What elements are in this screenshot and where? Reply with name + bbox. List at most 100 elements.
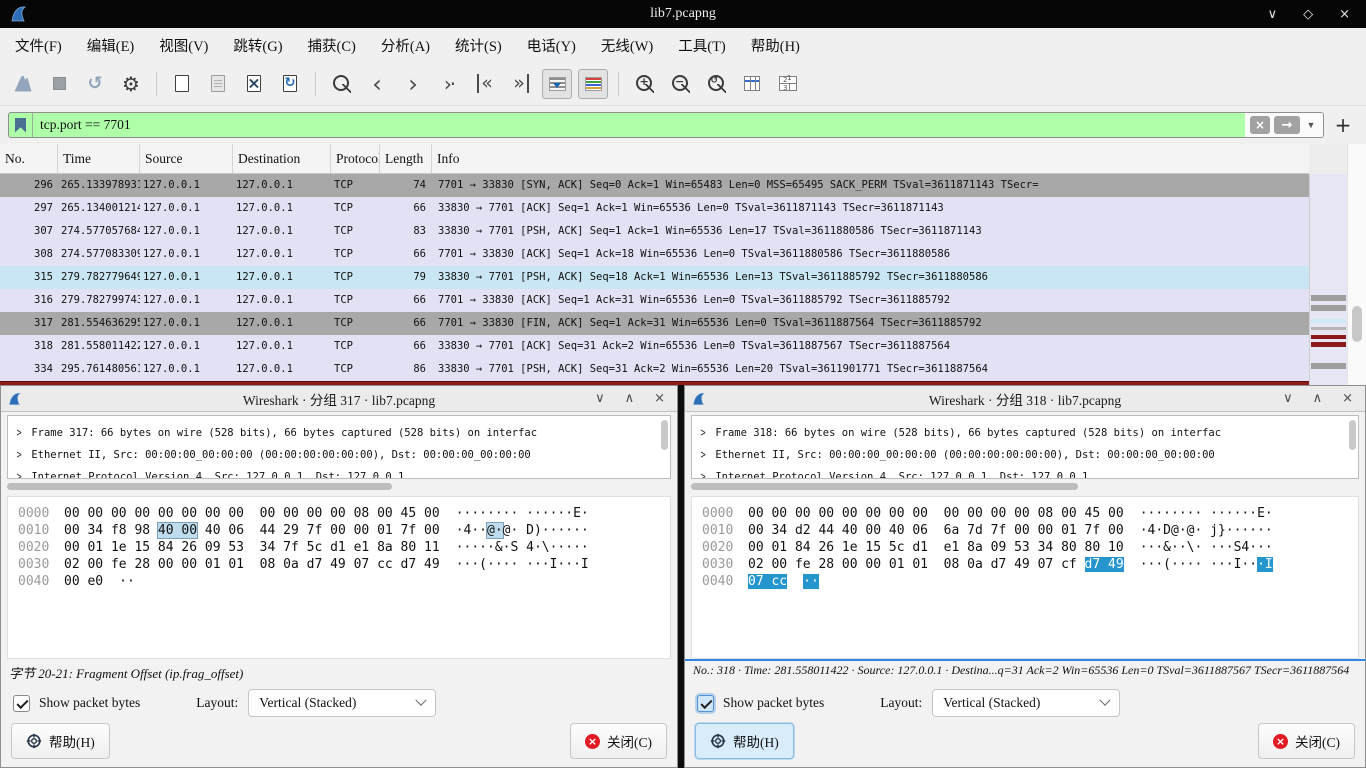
packet-row-315[interactable]: 315279.782779649127.0.0.1127.0.0.1TCP793… xyxy=(0,266,1309,289)
dialog-titlebar[interactable]: Wireshark · 分组 317 · lib7.pcapng ∨ ∧ × xyxy=(1,386,677,412)
scrollbar-handle[interactable] xyxy=(7,483,392,490)
menu-item-3[interactable]: 跳转(G) xyxy=(230,33,285,58)
scrollbar-handle[interactable] xyxy=(691,483,1078,490)
zoom-out-button[interactable] xyxy=(665,69,695,99)
layout-select[interactable]: Vertical (Stacked) xyxy=(932,689,1120,717)
menu-item-8[interactable]: 无线(W) xyxy=(598,33,656,58)
zoom-reset-button[interactable] xyxy=(701,69,731,99)
maximize-icon[interactable]: ∧ xyxy=(1313,391,1323,406)
resize-columns-button[interactable] xyxy=(737,69,767,99)
maximize-icon[interactable]: ◇ xyxy=(1303,7,1313,22)
open-file-button[interactable] xyxy=(167,69,197,99)
restart-capture-button[interactable] xyxy=(80,69,110,99)
expand-icon[interactable] xyxy=(17,444,22,466)
packet-row-334[interactable]: 334295.761480561127.0.0.1127.0.0.1TCP863… xyxy=(0,358,1309,381)
hex-row-0030[interactable]: 003002 00 fe 28 00 00 01 01 08 0a d7 49 … xyxy=(18,556,670,573)
close-icon[interactable]: × xyxy=(654,391,665,406)
column-header-source[interactable]: Source xyxy=(140,144,233,173)
go-forward-button[interactable] xyxy=(398,69,428,99)
menu-item-9[interactable]: 工具(T) xyxy=(675,33,729,58)
hex-row-0020[interactable]: 002000 01 84 26 1e 15 5c d1 e1 8a 09 53 … xyxy=(702,539,1358,556)
hex-row-0040[interactable]: 004000 e0·· xyxy=(18,573,670,590)
hex-row-0020[interactable]: 002000 01 1e 15 84 26 09 53 34 7f 5c d1 … xyxy=(18,539,670,556)
packet-row-296[interactable]: 296265.133978931127.0.0.1127.0.0.1TCP747… xyxy=(0,174,1309,197)
minimize-icon[interactable]: ∨ xyxy=(595,391,605,406)
save-file-button[interactable] xyxy=(203,69,233,99)
minimize-icon[interactable]: ∨ xyxy=(1268,7,1278,22)
menu-item-1[interactable]: 编辑(E) xyxy=(84,33,138,58)
hex-row-0000[interactable]: 000000 00 00 00 00 00 00 00 00 00 00 00 … xyxy=(702,505,1358,522)
filter-text[interactable]: tcp.port == 7701 xyxy=(33,113,1245,137)
display-filter-input[interactable]: tcp.port == 7701 × → ▼ xyxy=(8,112,1324,138)
go-to-packet-button[interactable] xyxy=(434,69,464,99)
maximize-icon[interactable]: ∧ xyxy=(625,391,635,406)
show-packet-bytes-checkbox[interactable] xyxy=(13,695,30,712)
packet-detail-tree[interactable]: Frame 318: 66 bytes on wire (528 bits), … xyxy=(691,415,1359,479)
tree-row-0[interactable]: Frame 318: 66 bytes on wire (528 bits), … xyxy=(700,422,1358,444)
hex-row-0000[interactable]: 000000 00 00 00 00 00 00 00 00 00 00 00 … xyxy=(18,505,670,522)
go-back-button[interactable] xyxy=(362,69,392,99)
hex-row-0040[interactable]: 004007 cc·· xyxy=(702,573,1358,590)
hex-row-0030[interactable]: 003002 00 fe 28 00 00 01 01 08 0a d7 49 … xyxy=(702,556,1358,573)
menu-item-5[interactable]: 分析(A) xyxy=(378,33,433,58)
column-header-time[interactable]: Time xyxy=(58,144,140,173)
close-file-button[interactable] xyxy=(239,69,269,99)
column-header-length[interactable]: Length xyxy=(380,144,432,173)
filter-add-button[interactable]: + xyxy=(1328,113,1358,137)
help-button[interactable]: 帮助(H) xyxy=(695,723,794,759)
zoom-in-button[interactable] xyxy=(629,69,659,99)
column-header-info[interactable]: Info xyxy=(432,144,1309,173)
menu-item-0[interactable]: 文件(F) xyxy=(12,33,65,58)
tree-vertical-scrollbar[interactable] xyxy=(661,420,668,450)
colorize-button[interactable] xyxy=(578,69,608,99)
minimize-icon[interactable]: ∨ xyxy=(1283,391,1293,406)
show-packet-bytes-checkbox[interactable] xyxy=(697,695,714,712)
scrollbar-handle[interactable] xyxy=(1352,306,1362,342)
layout-button[interactable] xyxy=(773,69,803,99)
tree-row-1[interactable]: Ethernet II, Src: 00:00:00_00:00:00 (00:… xyxy=(16,444,670,466)
go-first-button[interactable] xyxy=(470,69,500,99)
packet-row-317[interactable]: 317281.554636295127.0.0.1127.0.0.1TCP667… xyxy=(0,312,1309,335)
chevron-down-icon[interactable]: ▼ xyxy=(1304,120,1318,130)
expand-icon[interactable] xyxy=(17,422,22,444)
tree-horizontal-scrollbar[interactable] xyxy=(7,483,671,492)
tree-row-0[interactable]: Frame 317: 66 bytes on wire (528 bits), … xyxy=(16,422,670,444)
stop-capture-button[interactable] xyxy=(44,69,74,99)
filter-clear-icon[interactable]: × xyxy=(1250,116,1270,134)
column-header-protocol[interactable]: Protocol xyxy=(331,144,380,173)
packet-row-318[interactable]: 318281.558011422127.0.0.1127.0.0.1TCP663… xyxy=(0,335,1309,358)
auto-scroll-button[interactable] xyxy=(542,69,572,99)
go-last-button[interactable] xyxy=(506,69,536,99)
close-icon[interactable]: × xyxy=(1339,7,1350,22)
packet-row-308[interactable]: 308274.577083309127.0.0.1127.0.0.1TCP667… xyxy=(0,243,1309,266)
expand-icon[interactable] xyxy=(701,466,706,479)
menu-item-6[interactable]: 统计(S) xyxy=(452,33,505,58)
tree-vertical-scrollbar[interactable] xyxy=(1349,420,1356,450)
menu-item-4[interactable]: 捕获(C) xyxy=(305,33,359,58)
column-header-no[interactable]: No. xyxy=(0,144,58,173)
filter-apply-icon[interactable]: → xyxy=(1274,116,1300,134)
packet-row-307[interactable]: 307274.577057684127.0.0.1127.0.0.1TCP833… xyxy=(0,220,1309,243)
packet-row-316[interactable]: 316279.782799743127.0.0.1127.0.0.1TCP667… xyxy=(0,289,1309,312)
hex-dump[interactable]: 000000 00 00 00 00 00 00 00 00 00 00 00 … xyxy=(691,496,1359,659)
find-packet-button[interactable] xyxy=(326,69,356,99)
expand-icon[interactable] xyxy=(701,422,706,444)
close-button[interactable]: 关闭(C) xyxy=(1258,723,1355,759)
tree-row-2[interactable]: Internet Protocol Version 4, Src: 127.0.… xyxy=(16,466,670,479)
packet-row-297[interactable]: 297265.134001214127.0.0.1127.0.0.1TCP663… xyxy=(0,197,1309,220)
filter-bookmark-button[interactable] xyxy=(9,113,33,137)
packet-detail-tree[interactable]: Frame 317: 66 bytes on wire (528 bits), … xyxy=(7,415,671,479)
close-button[interactable]: 关闭(C) xyxy=(570,723,667,759)
expand-icon[interactable] xyxy=(701,444,706,466)
dialog-titlebar[interactable]: Wireshark · 分组 318 · lib7.pcapng ∨ ∧ × xyxy=(685,386,1365,412)
layout-select[interactable]: Vertical (Stacked) xyxy=(248,689,436,717)
packet-list[interactable]: 296265.133978931127.0.0.1127.0.0.1TCP747… xyxy=(0,174,1309,381)
packet-list-scrollbar[interactable] xyxy=(1347,144,1366,385)
help-button[interactable]: 帮助(H) xyxy=(11,723,110,759)
expand-icon[interactable] xyxy=(17,466,22,479)
column-header-destination[interactable]: Destination xyxy=(233,144,331,173)
menu-item-10[interactable]: 帮助(H) xyxy=(748,33,803,58)
intelligent-scrollbar-minimap[interactable] xyxy=(1309,174,1347,385)
hex-dump[interactable]: 000000 00 00 00 00 00 00 00 00 00 00 00 … xyxy=(7,496,671,659)
tree-row-1[interactable]: Ethernet II, Src: 00:00:00_00:00:00 (00:… xyxy=(700,444,1358,466)
